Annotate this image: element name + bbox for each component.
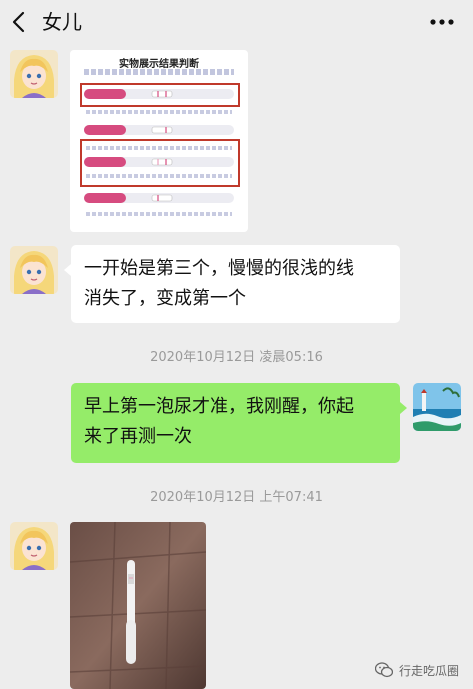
message-timestamp: 2020年10月12日 上午07:41 — [150, 490, 323, 505]
test-strip-image — [84, 89, 234, 99]
message-timestamp: 2020年10月12日 凌晨05:16 — [150, 350, 323, 365]
contact-avatar[interactable] — [10, 522, 58, 570]
message-line: 早上第一泡尿才准，我刚醒，你起 — [84, 396, 354, 417]
test-strip-image — [84, 193, 234, 203]
test-strip-image — [84, 125, 234, 135]
back-arrow-icon[interactable] — [10, 11, 30, 33]
message-line: 一开始是第三个，慢慢的很浅的线 — [84, 258, 354, 279]
contact-avatar[interactable] — [10, 50, 58, 98]
message-line: 来了再测一次 — [84, 426, 192, 447]
bubble-tail — [400, 402, 407, 414]
strip-caption — [86, 212, 232, 216]
contact-avatar[interactable] — [10, 246, 58, 294]
image-card-title: 实物展示结果判断 — [119, 59, 199, 70]
image-card-caption — [84, 69, 234, 75]
watermark: 行走吃瓜圈 — [374, 660, 459, 680]
chat-header: 女儿 — [0, 0, 473, 44]
test-strip-image — [84, 157, 234, 167]
wechat-logo-icon — [374, 662, 393, 678]
chat-title: 女儿 — [42, 10, 82, 34]
self-avatar[interactable] — [413, 383, 461, 431]
strip-caption — [86, 110, 232, 114]
bubble-tail — [64, 264, 71, 276]
photo-message[interactable] — [70, 522, 206, 689]
received-message[interactable]: 一开始是第三个，慢慢的很浅的线 消失了，变成第一个 — [71, 245, 400, 323]
sent-message[interactable]: 早上第一泡尿才准，我刚醒，你起 来了再测一次 — [71, 383, 400, 463]
watermark-text: 行走吃瓜圈 — [398, 663, 459, 678]
strip-caption — [86, 174, 232, 178]
more-options-icon[interactable] — [429, 18, 455, 26]
image-message[interactable]: 实物展示结果判断 — [70, 50, 248, 232]
message-line: 消失了，变成第一个 — [84, 288, 246, 309]
